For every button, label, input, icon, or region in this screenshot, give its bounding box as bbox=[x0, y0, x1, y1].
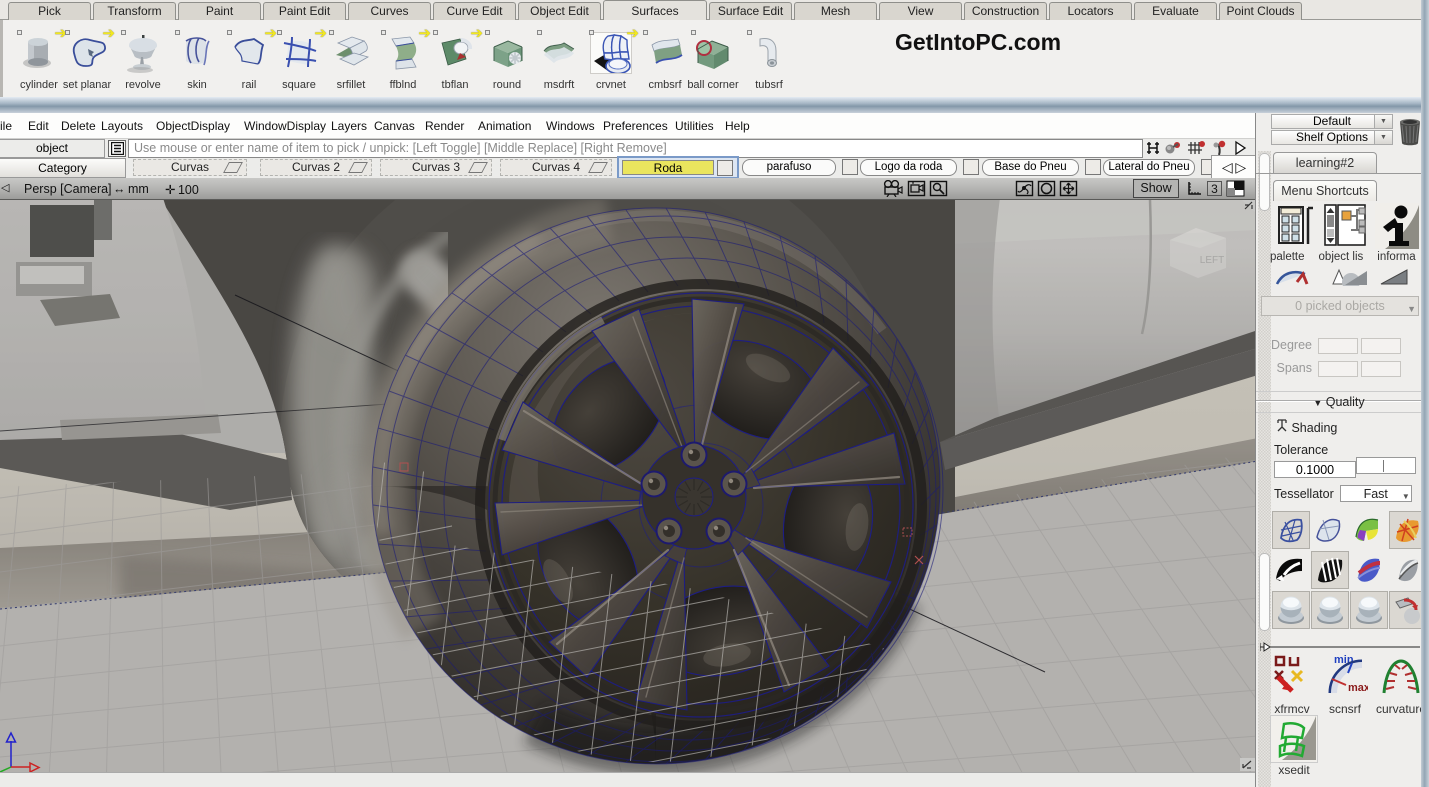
svg-text:max: max bbox=[1348, 682, 1368, 694]
